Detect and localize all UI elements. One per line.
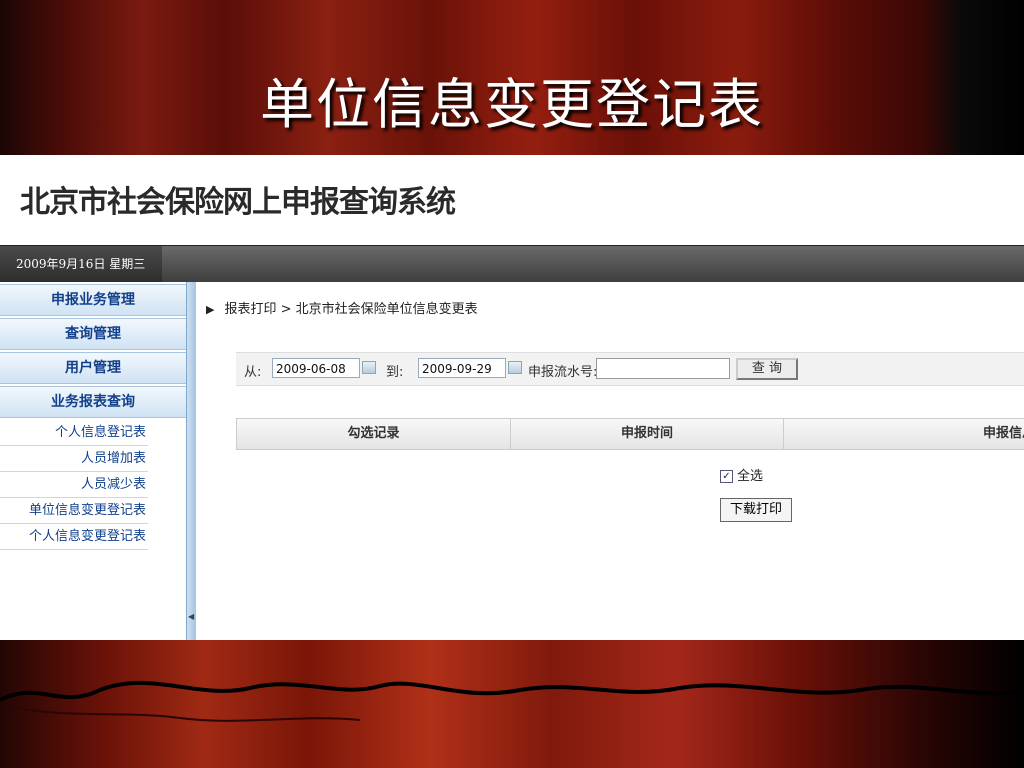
collapse-arrow-icon[interactable]: ◀ [188,612,194,621]
slide-title: 单位信息变更登记表 [260,73,764,136]
play-triangle-icon: ▶ [206,303,215,316]
checkbox-checked-icon[interactable]: ✓ [720,470,733,483]
menu-user-management[interactable]: 用户管理 [0,352,186,384]
sub-item-personal-change-registration[interactable]: 个人信息变更登记表 [0,524,148,550]
filter-bar: 从: 2009-06-08 到: 2009-09-29 申报流水号: 查 询 [236,352,1024,386]
report-sub-list: 个人信息登记表 人员增加表 人员减少表 单位信息变更登记表 个人信息变更登记表 [0,420,148,550]
sub-item-staff-increase[interactable]: 人员增加表 [0,446,148,472]
serial-label: 申报流水号: [528,365,598,380]
column-select-record: 勾选记录 [237,419,511,449]
top-bar: 2009年9月16日 星期三 [0,245,1024,282]
serial-number-input[interactable] [596,358,730,379]
table-header: 勾选记录 申报时间 申报信息 [236,418,1024,450]
to-calendar-icon[interactable] [508,361,522,374]
sub-item-personal-registration[interactable]: 个人信息登记表 [0,420,148,446]
from-label: 从: [244,365,262,380]
main-content: ▶ 报表打印 > 北京市社会保险单位信息变更表 从: 2009-06-08 到: … [196,282,1024,640]
breadcrumb-root[interactable]: 报表打印 [224,302,276,317]
sub-item-unit-change-registration[interactable]: 单位信息变更登记表 [0,498,148,524]
column-declare-time: 申报时间 [511,419,784,449]
breadcrumb: ▶ 报表打印 > 北京市社会保险单位信息变更表 [206,298,478,317]
menu-report-query[interactable]: 业务报表查询 [0,386,186,418]
select-all-label: 全选 [737,469,764,484]
download-print-button[interactable]: 下载打印 [720,498,792,522]
menu-declaration-management[interactable]: 申报业务管理 [0,284,186,316]
date-display: 2009年9月16日 星期三 [0,246,162,282]
breadcrumb-separator: > [280,302,292,317]
from-date-input[interactable]: 2009-06-08 [272,358,360,378]
system-title: 北京市社会保险网上申报查询系统 [20,185,456,220]
from-calendar-icon[interactable] [362,361,376,374]
column-declare-info: 申报信息 [982,426,1024,441]
select-all[interactable]: ✓ 全选 [720,465,763,484]
query-button[interactable]: 查 询 [736,358,798,380]
menu-query-management[interactable]: 查询管理 [0,318,186,350]
curtain-wave-decoration [0,681,1024,722]
app-banner: 北京市社会保险网上申报查询系统 [0,155,1024,245]
breadcrumb-current: 北京市社会保险单位信息变更表 [295,302,478,317]
screenshot-frame: 北京市社会保险网上申报查询系统 2009年9月16日 星期三 申报业务管理 查询… [0,155,1024,640]
to-label: 到: [386,365,404,380]
to-date-input[interactable]: 2009-09-29 [418,358,506,378]
sub-item-staff-decrease[interactable]: 人员减少表 [0,472,148,498]
sidebar: 申报业务管理 查询管理 用户管理 业务报表查询 个人信息登记表 人员增加表 人员… [0,282,186,640]
